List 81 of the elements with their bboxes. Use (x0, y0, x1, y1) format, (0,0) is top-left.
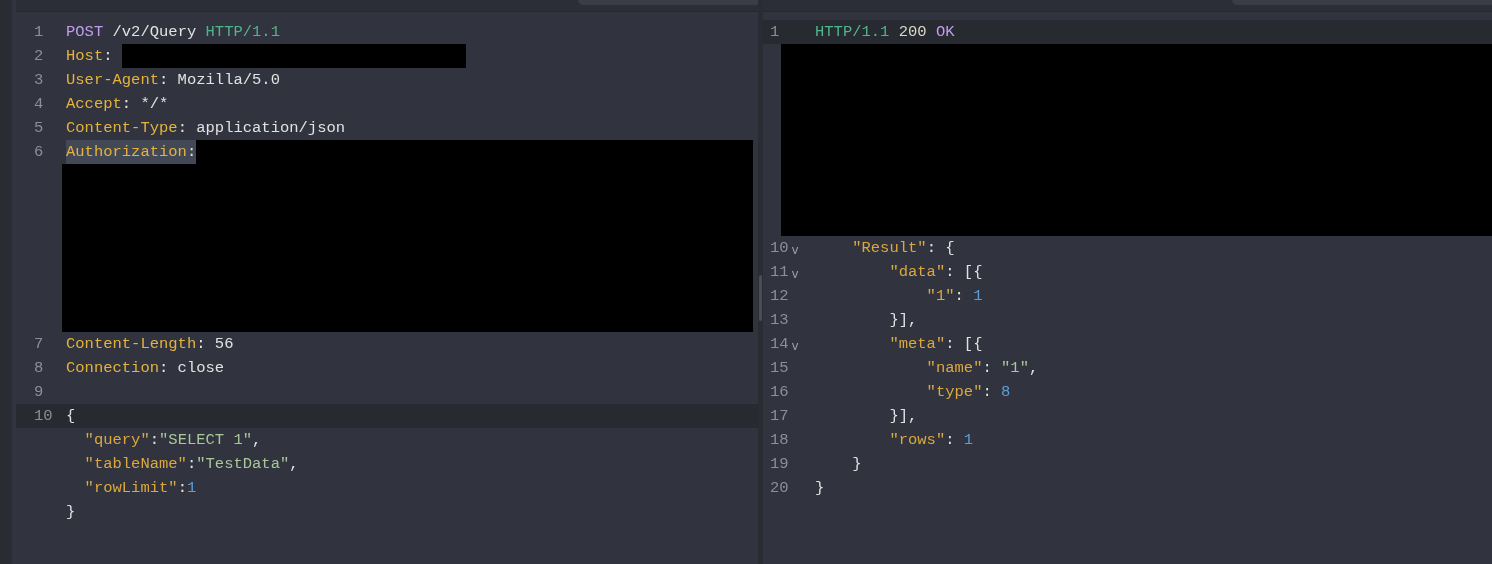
code-text: Connection (66, 358, 159, 379)
code-text: "SELECT 1" (159, 430, 253, 451)
code-text: "rowLimit" (83, 478, 178, 499)
code-text: "type" (925, 382, 983, 403)
code-text: 1 (973, 286, 983, 307)
line-number: 3 (34, 71, 44, 89)
code-text: } (851, 454, 862, 475)
code-text: 200 (897, 22, 927, 43)
code-text: User-Agent (66, 70, 159, 91)
line-number: 1 (34, 23, 44, 41)
code-text: 1 (963, 430, 974, 451)
code-text: }], (888, 406, 918, 427)
code-text: "data" (888, 262, 946, 283)
code-text: : (945, 430, 956, 451)
line-number: 6 (34, 143, 44, 161)
code-text: "1" (925, 286, 955, 307)
line-number: 2 (34, 47, 44, 65)
code-text: { (66, 406, 76, 427)
fold-toggle[interactable]: v (791, 340, 799, 354)
line-number: 7 (34, 335, 44, 353)
line-number: 5 (34, 119, 44, 137)
line-number: 17 (770, 407, 789, 425)
code-text: "name" (925, 358, 983, 379)
fold-toggle[interactable]: v (791, 244, 799, 258)
code-text: "TestData" (196, 454, 290, 475)
code-text: Content-Length (66, 334, 197, 355)
code-text: : Mozilla/5.0 (159, 70, 280, 91)
code-text: 8 (1001, 382, 1011, 403)
code-text: : [{ (945, 262, 983, 283)
code-text: "1" (1001, 358, 1029, 379)
line-number: 15 (770, 359, 789, 377)
code-text: : { (926, 238, 955, 259)
line-number: 8 (34, 359, 44, 377)
code-text: "meta" (888, 334, 946, 355)
code-text: : (103, 46, 114, 67)
code-text: , (252, 430, 262, 451)
code-text: , (289, 454, 299, 475)
fold-toggle[interactable]: v (791, 268, 799, 282)
code-text: HTTP/1.1 (205, 22, 280, 43)
code-text: /v2/Query (111, 22, 198, 43)
line-number: 11 (770, 263, 789, 281)
code-text: : application/json (177, 118, 346, 139)
code-text: : (982, 358, 993, 379)
code-text: }], (888, 310, 918, 331)
code-text: "query" (83, 430, 150, 451)
line-number: 16 (770, 383, 789, 401)
code-text: } (815, 478, 825, 499)
code-text: "rows" (888, 430, 946, 451)
code-text: } (66, 502, 76, 523)
code-text: : 56 (196, 334, 234, 355)
code-text: Host (66, 46, 104, 67)
code-text: : (982, 382, 993, 403)
code-text: "tableName" (83, 454, 187, 475)
line-number: 1 (770, 23, 780, 41)
code-text: : (177, 478, 187, 499)
code-text: , (1028, 358, 1039, 379)
code-text: : (954, 286, 965, 307)
code-text: HTTP/1.1 (815, 22, 890, 43)
line-number: 13 (770, 311, 789, 329)
code-text: : close (159, 358, 225, 379)
code-text: "Result" (851, 238, 927, 259)
line-number: 12 (770, 287, 789, 305)
code-text: OK (934, 22, 955, 43)
line-number: 20 (770, 479, 789, 497)
code-text: : */* (121, 94, 169, 115)
code-text: POST (66, 22, 104, 43)
line-number: 10 (34, 407, 53, 425)
code-text: Authorization (66, 140, 187, 164)
code-text: : [{ (945, 334, 983, 355)
line-number: 10 (770, 239, 789, 257)
line-number: 14 (770, 335, 789, 353)
line-number: 9 (34, 383, 44, 401)
code-text: : (186, 140, 197, 164)
code-text: : (186, 454, 197, 475)
line-number: 18 (770, 431, 789, 449)
code-text: Content-Type (66, 118, 178, 139)
line-number: 19 (770, 455, 789, 473)
code-text: 1 (186, 478, 197, 499)
line-number: 4 (34, 95, 44, 113)
code-text: Accept (66, 94, 122, 115)
code-text: : (149, 430, 160, 451)
